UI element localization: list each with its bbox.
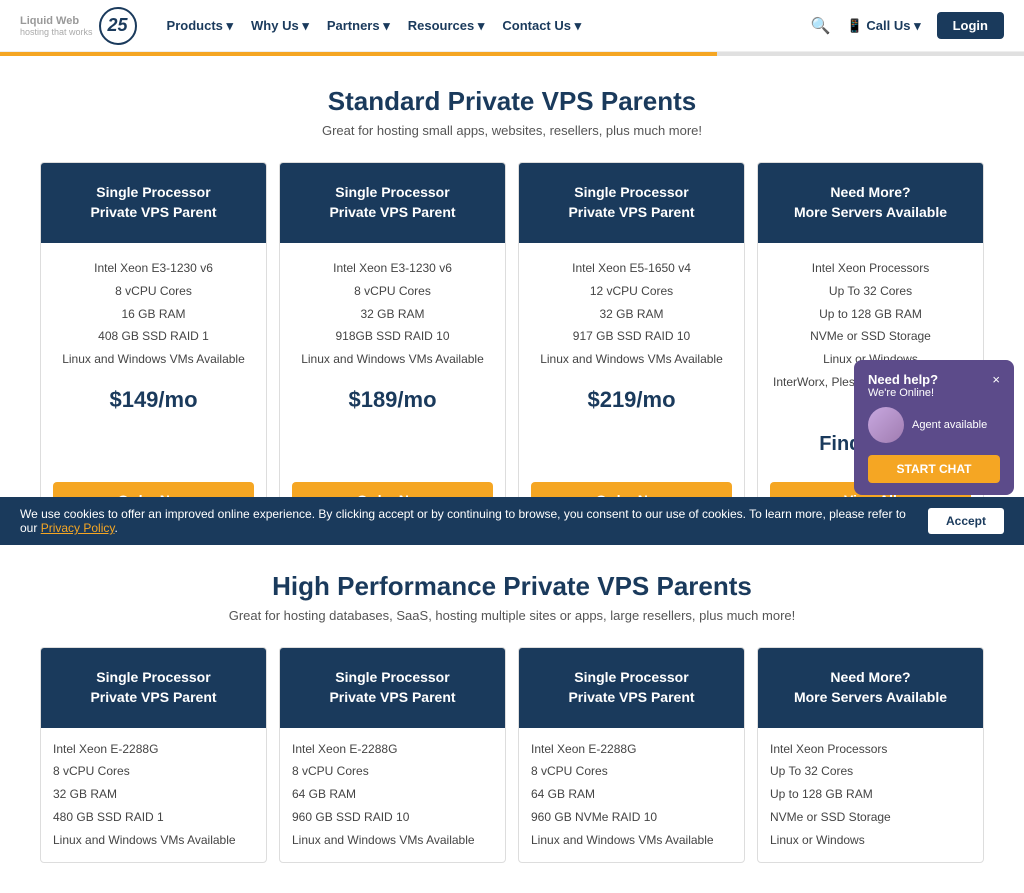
start-chat-button[interactable]: START CHAT (868, 455, 1000, 483)
logo-text: Liquid Web hosting that works (20, 15, 93, 37)
standard-card-2-price: $189/mo (292, 387, 493, 413)
logo: Liquid Web hosting that works 25 (20, 7, 137, 45)
nav-links: Products ▾ Why Us ▾ Partners ▾ Resources… (167, 18, 811, 34)
standard-card-3-specs: Intel Xeon E5-1650 v412 vCPU Cores32 GB … (531, 257, 732, 371)
accept-cookie-button[interactable]: Accept (928, 508, 1004, 534)
hp-card-4-specs: Intel Xeon ProcessorsUp To 32 CoresUp to… (770, 738, 971, 852)
standard-subtitle: Great for hosting small apps, websites, … (40, 123, 984, 138)
standard-card-1: Single ProcessorPrivate VPS Parent Intel… (40, 162, 267, 535)
hp-card-3-body: Intel Xeon E-2288G8 vCPU Cores64 GB RAM9… (519, 728, 744, 862)
hp-section-title: High Performance Private VPS Parents (40, 571, 984, 602)
nav-resources[interactable]: Resources ▾ (408, 18, 485, 34)
nav-products[interactable]: Products ▾ (167, 18, 233, 34)
hp-card-2-specs: Intel Xeon E-2288G8 vCPU Cores64 GB RAM9… (292, 738, 493, 852)
standard-card-1-header: Single ProcessorPrivate VPS Parent (41, 163, 266, 243)
chat-avatar-row: Agent available (868, 407, 1000, 443)
call-button[interactable]: 📱 Call Us ▾ (847, 18, 921, 34)
nav-whyus[interactable]: Why Us ▾ (251, 18, 309, 34)
hp-card-2: Single ProcessorPrivate VPS Parent Intel… (279, 647, 506, 863)
nav-contact[interactable]: Contact Us ▾ (502, 18, 581, 34)
standard-card-1-price: $149/mo (53, 387, 254, 413)
standard-card-2-specs: Intel Xeon E3-1230 v68 vCPU Cores32 GB R… (292, 257, 493, 371)
chat-agent-text: Agent available (912, 419, 987, 431)
chat-avatar (868, 407, 904, 443)
chat-widget: Need help? We're Online! × Agent availab… (854, 360, 1014, 495)
standard-card-3: Single ProcessorPrivate VPS Parent Intel… (518, 162, 745, 535)
search-icon[interactable]: 🔍 (811, 16, 831, 36)
chat-header: Need help? We're Online! × (868, 372, 1000, 399)
hp-card-3-header: Single ProcessorPrivate VPS Parent (519, 648, 744, 728)
login-button[interactable]: Login (937, 12, 1004, 39)
nav-partners[interactable]: Partners ▾ (327, 18, 390, 34)
standard-card-2-header: Single ProcessorPrivate VPS Parent (280, 163, 505, 243)
hp-card-4-body: Intel Xeon ProcessorsUp To 32 CoresUp to… (758, 728, 983, 862)
standard-card-4-header: Need More?More Servers Available (758, 163, 983, 243)
standard-cards-grid: Single ProcessorPrivate VPS Parent Intel… (40, 162, 984, 535)
cookie-bar: We use cookies to offer an improved onli… (0, 497, 1024, 545)
hp-card-1-header: Single ProcessorPrivate VPS Parent (41, 648, 266, 728)
chat-info: Need help? We're Online! (868, 372, 938, 399)
cookie-message: We use cookies to offer an improved onli… (20, 507, 906, 535)
standard-card-3-price: $219/mo (531, 387, 732, 413)
hp-card-3: Single ProcessorPrivate VPS Parent Intel… (518, 647, 745, 863)
hp-card-2-body: Intel Xeon E-2288G8 vCPU Cores64 GB RAM9… (280, 728, 505, 862)
standard-title: Standard Private VPS Parents (40, 86, 984, 117)
hp-section: High Performance Private VPS Parents Gre… (40, 571, 984, 863)
standard-card-3-header: Single ProcessorPrivate VPS Parent (519, 163, 744, 243)
hp-card-2-header: Single ProcessorPrivate VPS Parent (280, 648, 505, 728)
hp-cards-grid: Single ProcessorPrivate VPS Parent Intel… (40, 647, 984, 863)
standard-section-title: Standard Private VPS Parents (40, 86, 984, 117)
standard-card-2-body: Intel Xeon E3-1230 v68 vCPU Cores32 GB R… (280, 243, 505, 482)
chat-subtitle: We're Online! (868, 387, 938, 399)
hp-card-1: Single ProcessorPrivate VPS Parent Intel… (40, 647, 267, 863)
chat-close-icon[interactable]: × (992, 372, 1000, 387)
standard-card-1-specs: Intel Xeon E3-1230 v68 vCPU Cores16 GB R… (53, 257, 254, 371)
standard-card-3-body: Intel Xeon E5-1650 v412 vCPU Cores32 GB … (519, 243, 744, 482)
standard-card-1-body: Intel Xeon E3-1230 v68 vCPU Cores16 GB R… (41, 243, 266, 482)
navigation: Liquid Web hosting that works 25 Product… (0, 0, 1024, 52)
hp-card-3-specs: Intel Xeon E-2288G8 vCPU Cores64 GB RAM9… (531, 738, 732, 852)
chat-title: Need help? (868, 372, 938, 387)
hp-card-1-body: Intel Xeon E-2288G8 vCPU Cores32 GB RAM4… (41, 728, 266, 862)
hp-card-1-specs: Intel Xeon E-2288G8 vCPU Cores32 GB RAM4… (53, 738, 254, 852)
hp-title: High Performance Private VPS Parents (40, 571, 984, 602)
hp-card-4-header: Need More?More Servers Available (758, 648, 983, 728)
hp-card-4: Need More?More Servers Available Intel X… (757, 647, 984, 863)
privacy-policy-link[interactable]: Privacy Policy (41, 521, 115, 535)
nav-actions: 🔍 📱 Call Us ▾ Login (811, 12, 1004, 39)
hp-subtitle: Great for hosting databases, SaaS, hosti… (40, 608, 984, 623)
logo-years: 25 (99, 7, 137, 45)
standard-card-2: Single ProcessorPrivate VPS Parent Intel… (279, 162, 506, 535)
cookie-text: We use cookies to offer an improved onli… (20, 507, 908, 535)
